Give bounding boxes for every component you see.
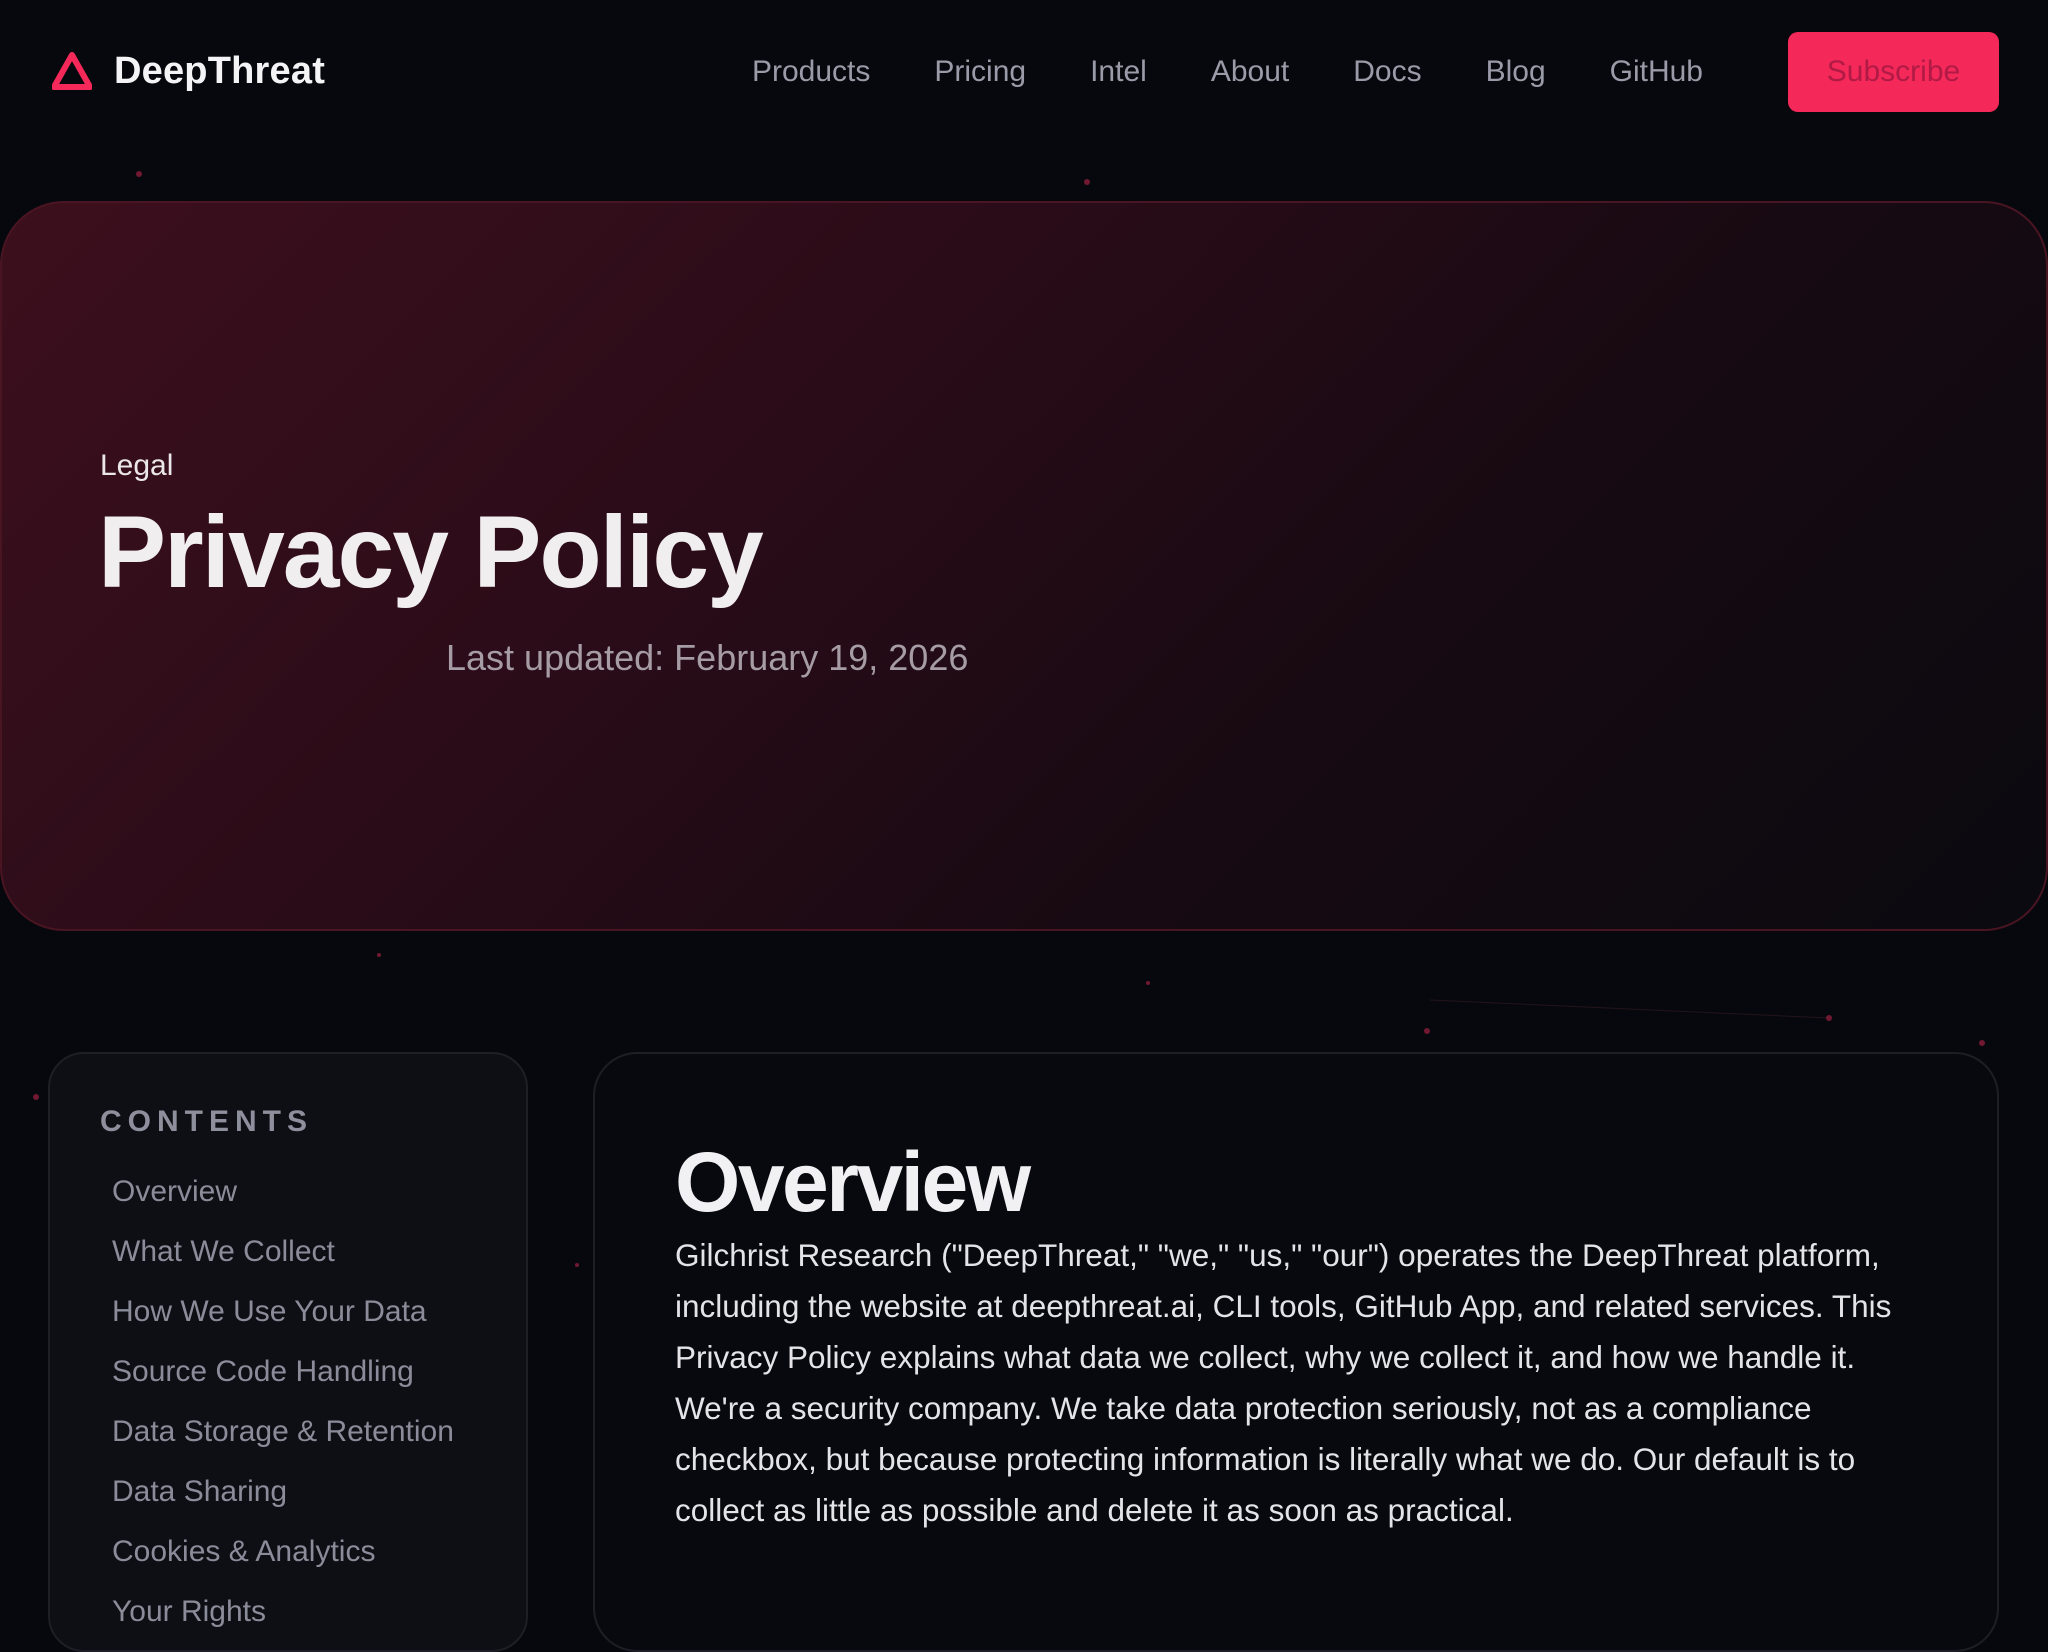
- nav-link-docs[interactable]: Docs: [1353, 52, 1421, 92]
- toc-item-source-code-handling[interactable]: Source Code Handling: [100, 1342, 526, 1402]
- toc-item-cookies-analytics[interactable]: Cookies & Analytics: [100, 1522, 526, 1582]
- nav-link-about[interactable]: About: [1211, 52, 1289, 92]
- overview-paragraph-1: Gilchrist Research ("DeepThreat," "we," …: [675, 1237, 1892, 1375]
- last-updated-date: Last updated: February 19, 2026: [446, 637, 969, 678]
- hero-eyebrow: Legal: [100, 449, 174, 482]
- toc-item-your-rights[interactable]: Your Rights: [100, 1582, 526, 1642]
- toc-item-data-storage-retention[interactable]: Data Storage & Retention: [100, 1402, 526, 1462]
- toc-item-overview[interactable]: Overview: [100, 1162, 526, 1222]
- top-navigation: DeepThreat Products Pricing Intel About …: [0, 0, 2048, 144]
- toc-item-data-sharing[interactable]: Data Sharing: [100, 1462, 526, 1522]
- page-title: Privacy Policy: [98, 495, 764, 609]
- overview-paragraph-2: We're a security company. We take data p…: [675, 1390, 1856, 1528]
- brand-home-link[interactable]: DeepThreat: [52, 46, 325, 96]
- subscribe-button[interactable]: Subscribe: [1788, 32, 1999, 112]
- toc-heading: CONTENTS: [100, 1105, 313, 1138]
- nav-links: Products Pricing Intel About Docs Blog G…: [752, 52, 1703, 92]
- nav-link-pricing[interactable]: Pricing: [934, 52, 1026, 92]
- nav-link-intel[interactable]: Intel: [1090, 52, 1147, 92]
- triangle-logo-icon: [52, 52, 92, 90]
- table-of-contents: CONTENTS Overview What We Collect How We…: [48, 1052, 528, 1652]
- hero-banner: Legal Privacy Policy Last updated: Febru…: [0, 201, 2048, 931]
- nav-link-github[interactable]: GitHub: [1610, 52, 1703, 92]
- policy-content: Overview Gilchrist Research ("DeepThreat…: [593, 1052, 1999, 1652]
- brand-name: DeepThreat: [114, 49, 326, 92]
- toc-item-what-we-collect[interactable]: What We Collect: [100, 1222, 526, 1282]
- nav-link-products[interactable]: Products: [752, 52, 870, 92]
- toc-list: Overview What We Collect How We Use Your…: [100, 1162, 526, 1642]
- nav-link-blog[interactable]: Blog: [1486, 52, 1546, 92]
- toc-item-how-we-use-your-data[interactable]: How We Use Your Data: [100, 1282, 526, 1342]
- section-title-overview: Overview: [675, 1135, 1031, 1229]
